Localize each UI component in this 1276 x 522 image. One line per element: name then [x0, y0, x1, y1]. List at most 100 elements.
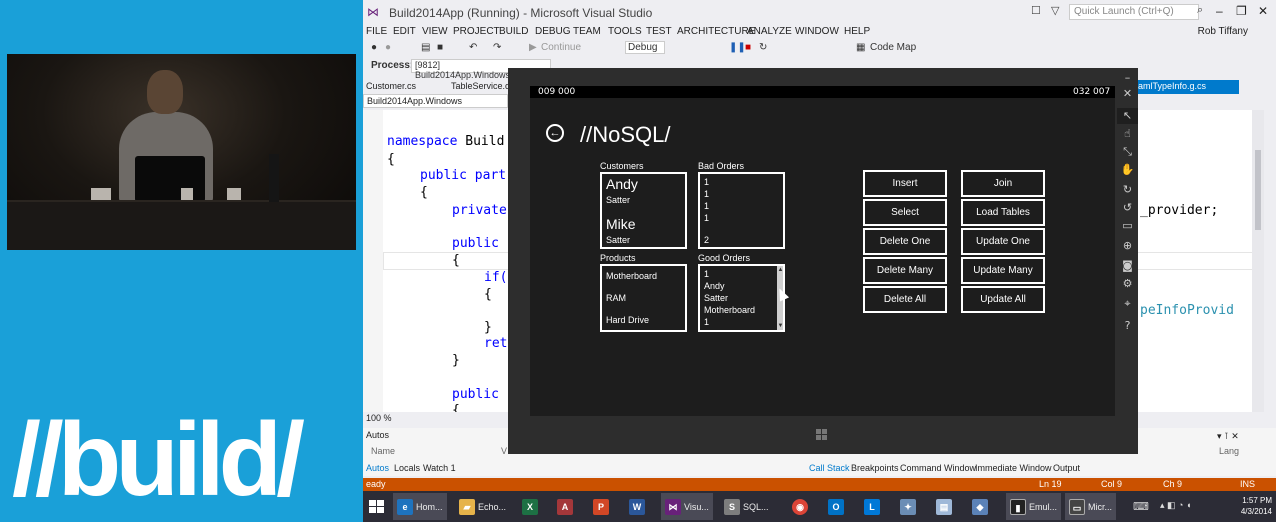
- list-item[interactable]: 1: [704, 177, 709, 187]
- taskbar-item-outlook[interactable]: O: [824, 493, 848, 520]
- zoom-dropdown[interactable]: 100 %: [363, 412, 508, 426]
- list-item[interactable]: 1: [704, 213, 709, 223]
- code-map-icon[interactable]: ▦: [856, 42, 865, 53]
- list-item[interactable]: Mike: [606, 216, 636, 232]
- list-item[interactable]: Motherboard: [704, 305, 755, 315]
- quick-launch-input[interactable]: Quick Launch (Ctrl+Q): [1069, 4, 1199, 20]
- pause-icon[interactable]: ❚❚: [729, 42, 746, 53]
- taskbar-item-word[interactable]: W: [625, 493, 649, 520]
- delete-one-button[interactable]: Delete One: [863, 228, 947, 255]
- emu-settings-icon[interactable]: ⚙: [1117, 276, 1138, 292]
- taskbar-item-window[interactable]: ▭ Micr...: [1065, 493, 1116, 520]
- select-button[interactable]: Select: [863, 199, 947, 226]
- tab-breakpoints[interactable]: Breakpoints: [851, 463, 899, 473]
- emu-pinch-icon[interactable]: ⤡: [1117, 144, 1138, 160]
- emu-close-icon[interactable]: ✕: [1117, 86, 1138, 102]
- editor-vertical-scrollbar[interactable]: [1252, 110, 1264, 412]
- emu-touch-icon[interactable]: ☝: [1117, 126, 1138, 142]
- keyboard-icon[interactable]: ⌨: [1133, 500, 1149, 513]
- tab-immediate-window[interactable]: Immediate Window: [975, 463, 1052, 473]
- taskbar-item-folder[interactable]: ▰ Echo...: [455, 493, 510, 520]
- menu-architecture[interactable]: ARCHITECTURE: [677, 26, 755, 37]
- good-orders-listbox[interactable]: 1 Andy Satter Motherboard 1 ▲ ▼: [698, 264, 785, 332]
- search-icon[interactable]: ⌕: [1197, 4, 1203, 17]
- stop-icon[interactable]: ■: [745, 42, 751, 53]
- taskbar-item-lync[interactable]: L: [860, 493, 884, 520]
- tab-command-window[interactable]: Command Window: [900, 463, 976, 473]
- back-arrow-icon[interactable]: ←: [546, 124, 564, 142]
- load-tables-button[interactable]: Load Tables: [961, 199, 1045, 226]
- panel-pin-icon[interactable]: ▾ ⊺ ✕: [1217, 431, 1239, 442]
- undo-icon[interactable]: ↶: [469, 42, 477, 53]
- forward-nav-icon[interactable]: ●: [385, 42, 391, 53]
- redo-icon[interactable]: ↷: [493, 42, 501, 53]
- menu-file[interactable]: FILE: [366, 26, 387, 37]
- customers-listbox[interactable]: Andy Satter Mike Satter: [600, 172, 687, 249]
- emu-display-icon[interactable]: ▭: [1117, 218, 1138, 234]
- taskbar-item-notepad[interactable]: ▤: [932, 493, 956, 520]
- windows-start-icon[interactable]: [369, 500, 385, 514]
- emu-zoom-icon[interactable]: ⌖: [1117, 296, 1138, 312]
- tab-locals[interactable]: Locals: [394, 463, 420, 473]
- emu-rotate-cw-icon[interactable]: ↻: [1117, 182, 1138, 198]
- menu-test[interactable]: TEST: [646, 26, 672, 37]
- menu-tools[interactable]: TOOLS: [608, 26, 642, 37]
- bad-orders-listbox[interactable]: 1 1 1 1 2: [698, 172, 785, 249]
- tab-tableservice-cs[interactable]: TableService.cs: [451, 81, 514, 91]
- list-item[interactable]: 2: [704, 235, 709, 245]
- taskbar-item-excel[interactable]: X: [518, 493, 542, 520]
- save-icon[interactable]: ■: [437, 42, 443, 53]
- taskbar-item-access[interactable]: A: [553, 493, 577, 520]
- scroll-down-icon[interactable]: ▼: [777, 323, 783, 329]
- emu-rotate-touch-icon[interactable]: ✋: [1117, 162, 1138, 178]
- open-icon[interactable]: ▤: [421, 42, 430, 53]
- list-item[interactable]: 1: [704, 201, 709, 211]
- list-item[interactable]: Andy: [606, 176, 638, 192]
- tray-icons[interactable]: ▴ ◧ ◔ ◖: [1160, 500, 1191, 511]
- taskbar-item-chrome[interactable]: ◉: [788, 493, 812, 520]
- emu-help-icon[interactable]: ?: [1117, 318, 1138, 334]
- list-item[interactable]: Motherboard: [606, 271, 657, 281]
- join-button[interactable]: Join: [961, 170, 1045, 197]
- taskbar-item-tool[interactable]: ✦: [896, 493, 920, 520]
- list-item[interactable]: 1: [704, 189, 709, 199]
- tab-call-stack[interactable]: Call Stack: [809, 463, 850, 473]
- close-button[interactable]: ✕: [1258, 4, 1268, 18]
- windows-button-icon[interactable]: [816, 429, 828, 441]
- continue-icon[interactable]: ▶: [529, 42, 537, 53]
- code-map-button[interactable]: Code Map: [870, 42, 916, 53]
- scrollbar-thumb[interactable]: [1255, 150, 1261, 230]
- taskbar-item-sql[interactable]: S SQL...: [720, 493, 773, 520]
- update-all-button[interactable]: Update All: [961, 286, 1045, 313]
- menu-analyze[interactable]: ANALYZE: [747, 26, 792, 37]
- config-dropdown[interactable]: Debug: [625, 41, 665, 54]
- insert-button[interactable]: Insert: [863, 170, 947, 197]
- emu-minimize-icon[interactable]: –: [1117, 70, 1138, 86]
- emu-pointer-icon[interactable]: ↖: [1117, 108, 1138, 124]
- tab-xamltypeinfo[interactable]: XamlTypeInfo.g.cs: [1129, 80, 1239, 94]
- restore-button[interactable]: ❐: [1236, 4, 1247, 18]
- list-item[interactable]: 1: [704, 269, 709, 279]
- delete-all-button[interactable]: Delete All: [863, 286, 947, 313]
- update-many-button[interactable]: Update Many: [961, 257, 1045, 284]
- emu-network-icon[interactable]: ⊕: [1117, 238, 1138, 254]
- menu-view[interactable]: VIEW: [422, 26, 448, 37]
- list-item[interactable]: Hard Drive: [606, 315, 649, 325]
- taskbar-item-powerpoint[interactable]: P: [589, 493, 613, 520]
- continue-button[interactable]: Continue: [541, 42, 581, 53]
- menu-team[interactable]: TEAM: [573, 26, 601, 37]
- user-name[interactable]: Rob Tiffany: [1198, 26, 1248, 37]
- list-item[interactable]: Satter: [606, 235, 630, 245]
- list-item[interactable]: Satter: [606, 195, 630, 205]
- products-listbox[interactable]: Motherboard RAM Hard Drive: [600, 264, 687, 332]
- project-nav-dropdown[interactable]: Build2014App.Windows: [363, 94, 508, 108]
- taskbar-item-app[interactable]: ◆: [968, 493, 992, 520]
- restart-icon[interactable]: ↻: [759, 42, 767, 53]
- emu-camera-icon[interactable]: ◙: [1117, 258, 1138, 274]
- menu-build[interactable]: BUILD: [499, 26, 528, 37]
- tab-autos[interactable]: Autos: [366, 463, 389, 473]
- update-one-button[interactable]: Update One: [961, 228, 1045, 255]
- tab-customer-cs[interactable]: Customer.cs: [366, 81, 416, 91]
- taskbar-clock[interactable]: 1:57 PM 4/3/2014: [1241, 495, 1272, 517]
- delete-many-button[interactable]: Delete Many: [863, 257, 947, 284]
